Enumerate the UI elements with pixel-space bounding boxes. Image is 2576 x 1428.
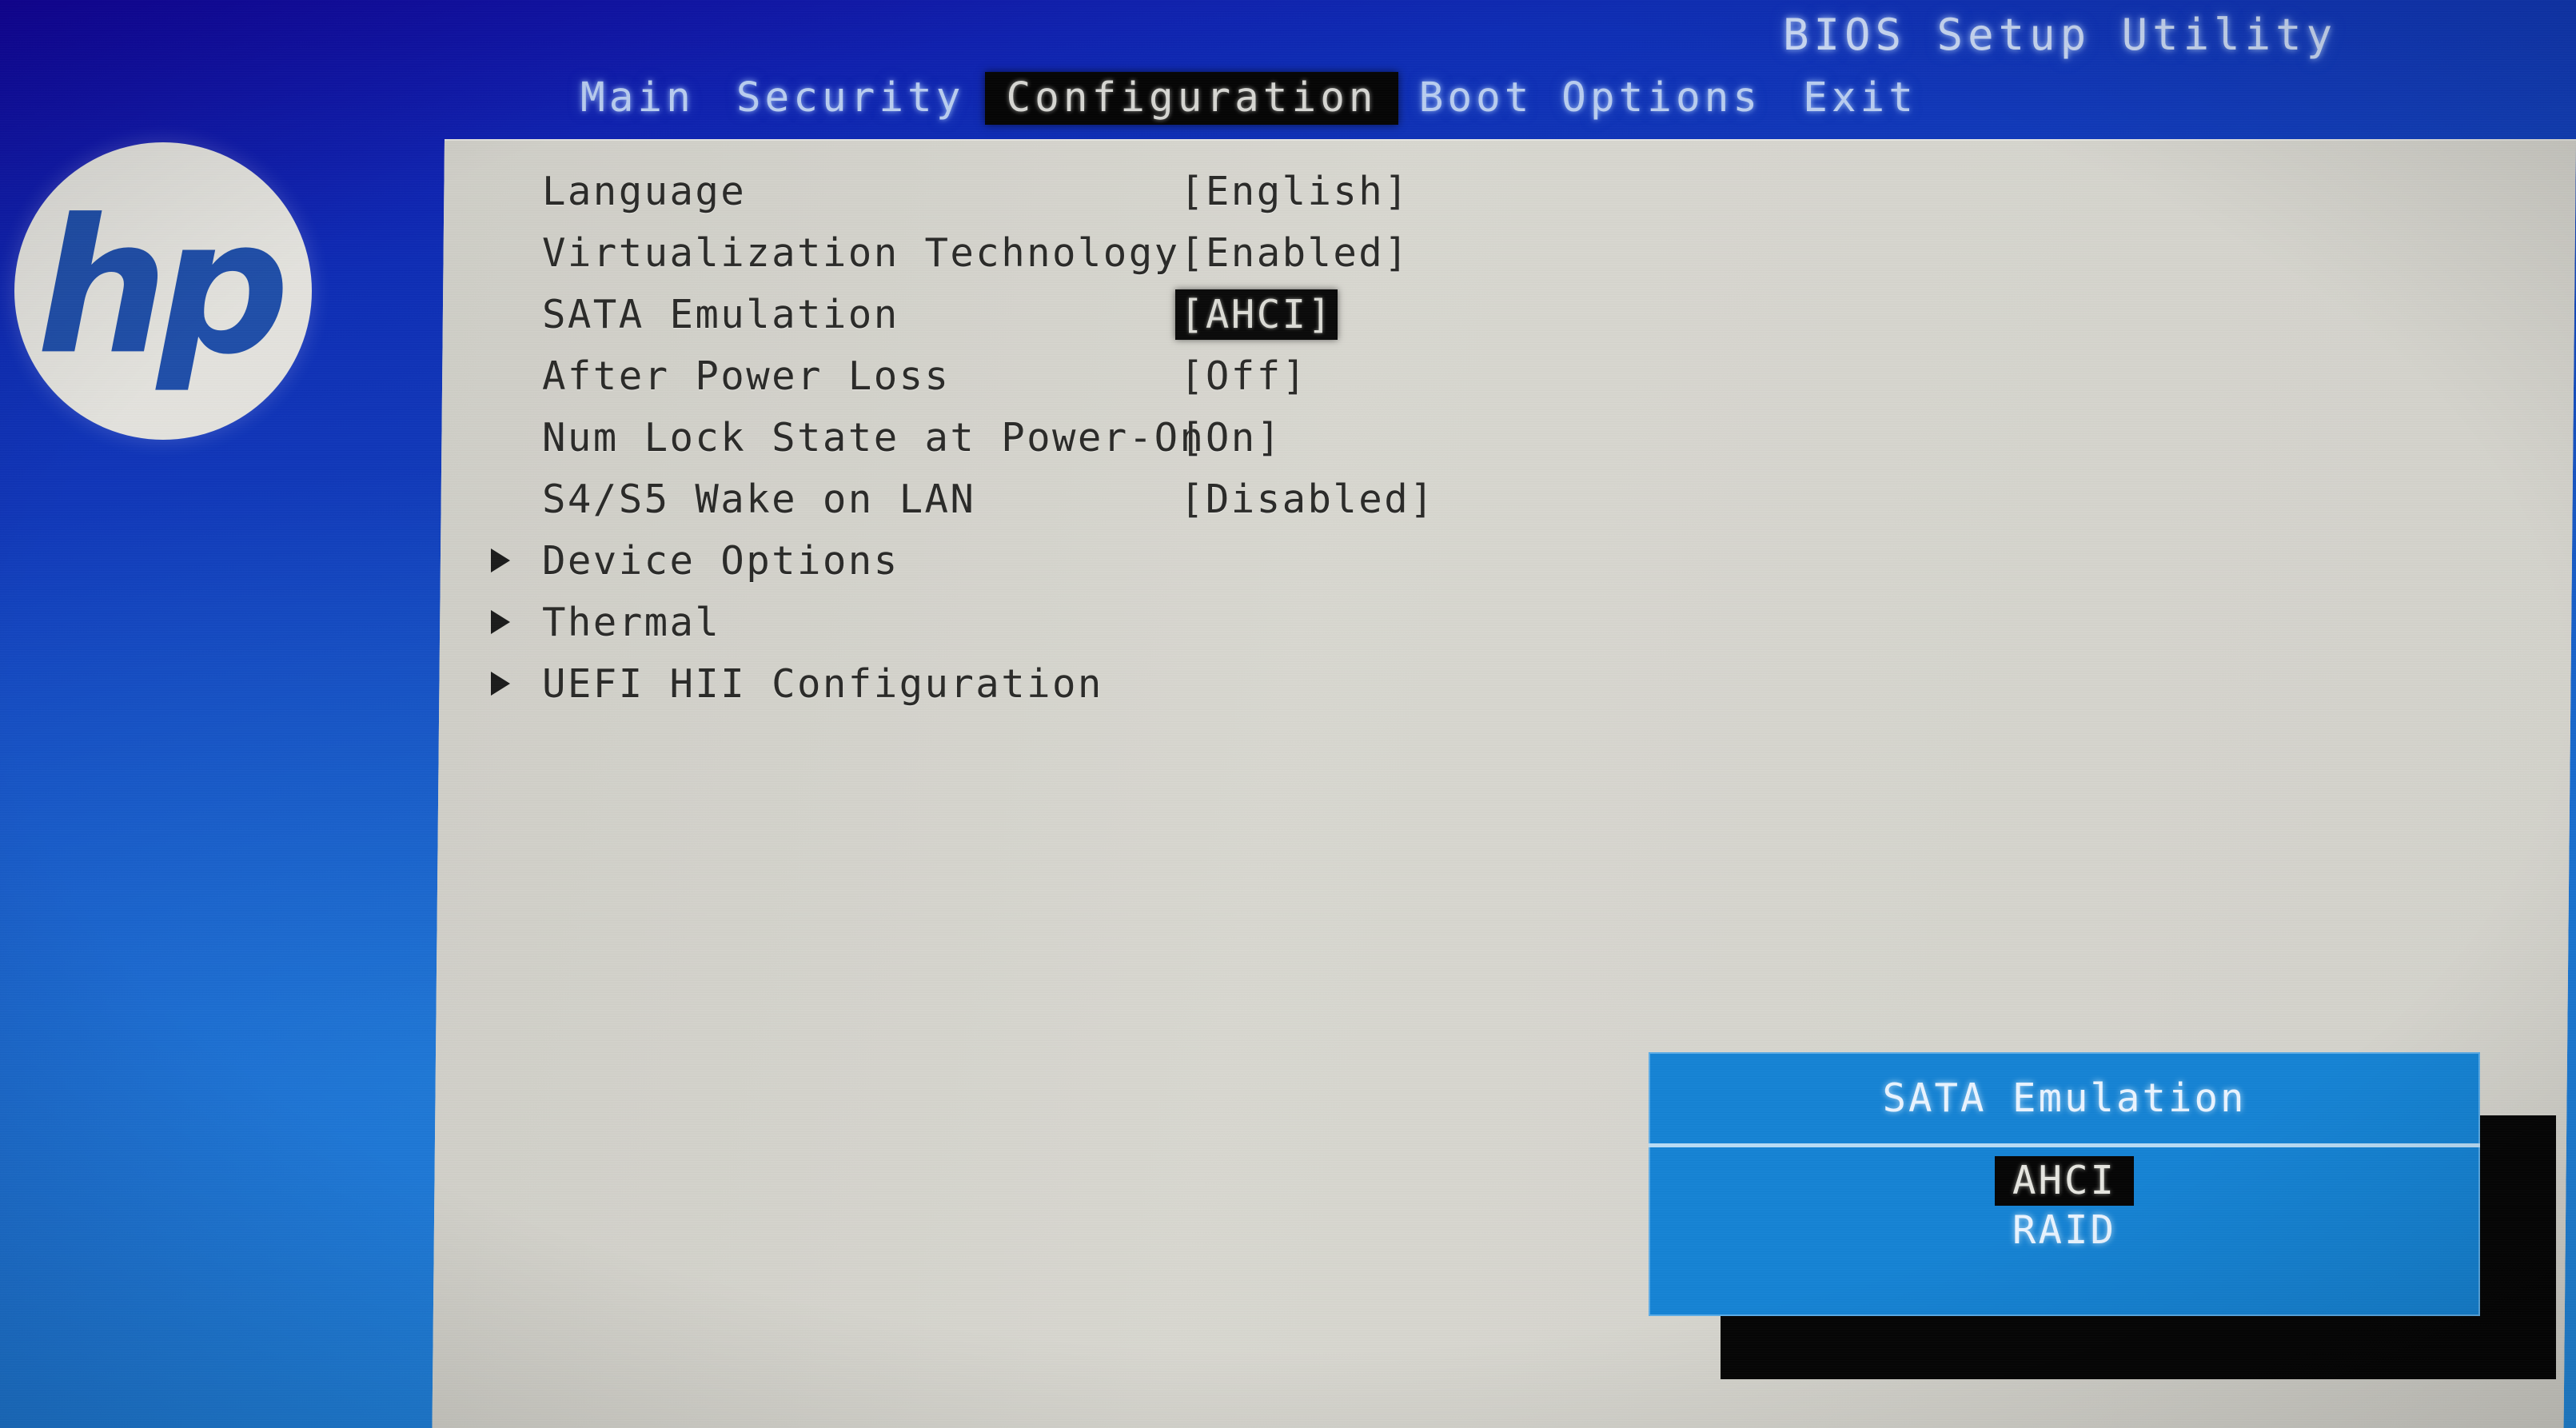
menu-tab-exit[interactable]: Exit <box>1782 72 1938 125</box>
menu-tab-security[interactable]: Security <box>716 72 986 125</box>
page-title: BIOS Setup Utility <box>1783 10 2338 60</box>
dialog-title: SATA Emulation <box>1882 1075 2247 1121</box>
setting-row[interactable]: UEFI HII Configuration <box>445 660 2576 707</box>
setting-row[interactable]: Virtualization Technology [Enabled] <box>445 229 2576 276</box>
setting-value[interactable]: [Disabled] <box>1180 477 1435 522</box>
menu-tab-boot-options[interactable]: Boot Options <box>1398 72 1782 125</box>
setting-label: Thermal <box>542 599 721 645</box>
menu-tab-configuration[interactable]: Configuration <box>985 72 1398 125</box>
setting-label: Virtualization Technology <box>542 229 1180 276</box>
sata-emulation-dialog: SATA Emulation AHCI RAID <box>1649 1052 2480 1316</box>
setting-row[interactable]: SATA Emulation [AHCI] <box>445 289 2576 340</box>
setting-value[interactable]: [On] <box>1180 415 1282 461</box>
setting-label: UEFI HII Configuration <box>542 660 1103 707</box>
submenu-arrow-icon <box>491 548 510 572</box>
submenu-arrow-icon <box>491 610 510 634</box>
dialog-option-list: AHCI RAID <box>1649 1156 2480 1255</box>
setting-label: SATA Emulation <box>542 291 899 337</box>
dialog-option-raid[interactable]: RAID <box>1995 1206 2134 1255</box>
setting-value[interactable]: [AHCI] <box>1175 289 1338 340</box>
setting-label: Device Options <box>542 537 899 584</box>
setting-value[interactable]: [English] <box>1180 169 1410 214</box>
setting-label: Language <box>542 168 747 214</box>
setting-label: After Power Loss <box>542 353 951 399</box>
setting-label: Num Lock State at Power-On <box>542 414 1206 461</box>
setting-row[interactable]: Thermal <box>445 599 2576 645</box>
setting-row[interactable]: Language [English] <box>445 168 2576 214</box>
setting-row[interactable]: Device Options <box>445 537 2576 584</box>
submenu-arrow-icon <box>491 672 510 696</box>
setting-value[interactable]: [Off] <box>1180 353 1308 399</box>
setting-value[interactable]: [Enabled] <box>1180 230 1410 276</box>
hp-logo-text: hp <box>36 179 289 396</box>
dialog-option-ahci[interactable]: AHCI <box>1994 1156 2134 1206</box>
dialog-title-bar: SATA Emulation <box>1649 1052 2480 1147</box>
setting-row[interactable]: After Power Loss [Off] <box>445 353 2576 399</box>
menu-bar: Main Security Configuration Boot Options Exi… <box>560 72 1938 125</box>
bios-screen: hp BIOS Setup Utility Main Security Config… <box>0 0 2576 1428</box>
setting-label: S4/S5 Wake on LAN <box>542 476 976 522</box>
menu-tab-main[interactable]: Main <box>560 72 716 125</box>
hp-logo-icon: hp <box>14 142 312 440</box>
setting-row[interactable]: Num Lock State at Power-On [On] <box>445 414 2576 461</box>
setting-row[interactable]: S4/S5 Wake on LAN [Disabled] <box>445 476 2576 522</box>
